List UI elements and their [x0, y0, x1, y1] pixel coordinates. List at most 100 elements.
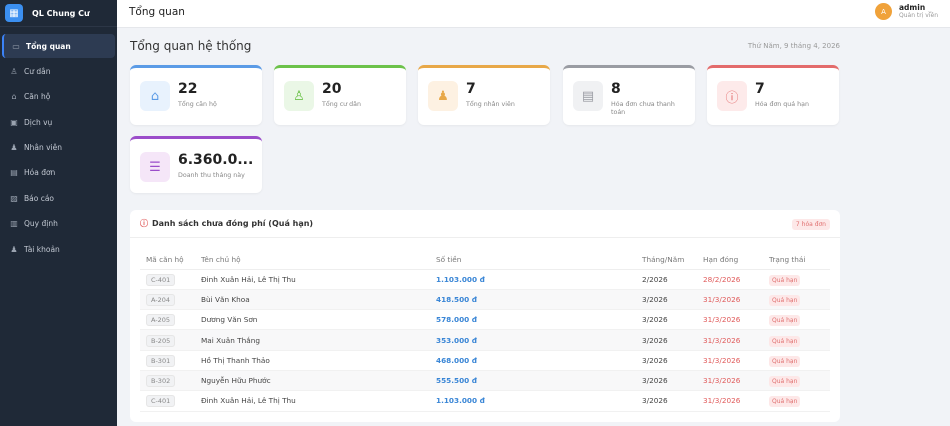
user-icon: ♙ — [10, 66, 18, 76]
stat-value: 7 — [755, 81, 765, 97]
page-title: Tổng quan hệ thống — [130, 39, 252, 53]
user-name[interactable]: admin — [899, 3, 925, 12]
stat-label: Doanh thu tháng này — [178, 172, 245, 179]
sidebar-item-label: Nhân viên — [24, 143, 62, 153]
table-cell: 2/2026 — [642, 269, 703, 290]
cell-value: 468.000 đ — [436, 355, 477, 365]
sidebar-item-label: Hóa đơn — [24, 168, 56, 178]
table-row[interactable]: A-205 Dương Văn Sơn 578.000 đ 3/2026 31/3/20… — [140, 309, 830, 331]
staff-icon: ♟ — [428, 81, 458, 111]
overdue-table: Mã căn hộ Tên chủ hộ Số tiền Tháng/Năm Hạn đ… — [140, 250, 830, 412]
sidebar-item-label: Quy định — [24, 219, 58, 229]
table-cell: 3/2026 — [642, 289, 703, 311]
cell-value: 3/2026 — [642, 355, 668, 365]
table-cell: 555.500 đ — [436, 370, 642, 392]
cell-value: 1.103.000 đ — [436, 396, 485, 406]
table-row[interactable]: A-204 Bùi Văn Khoa 418.500 đ 3/2026 31/3/202… — [140, 289, 830, 311]
table-cell: Quá hạn — [769, 269, 830, 290]
cell-value: Quá hạn — [769, 315, 801, 327]
table-row[interactable]: B-301 Hồ Thị Thanh Thảo 468.000 đ 3/2026 31/… — [140, 350, 830, 371]
column-header: Tháng/Năm — [642, 250, 703, 270]
cell-value: 418.500 đ — [436, 294, 477, 304]
sidebar-nav: ▭ Tổng quan ♙ Cư dân ⌂ Căn hộ ▣ Dịch vụ ♟ Nhân vi… — [0, 27, 117, 261]
sidebar-item-6[interactable]: ▨ Báo cáo — [2, 186, 115, 210]
table-row[interactable]: B-205 Mai Xuân Thắng 353.000 đ 3/2026 31/3/2… — [140, 329, 830, 351]
brand[interactable]: ▦ QL Chung Cư — [0, 0, 117, 27]
cell-value: B-205 — [146, 334, 176, 347]
cell-value: 31/3/2026 — [703, 355, 741, 365]
cell-value: Nguyễn Hữu Phước — [201, 376, 271, 386]
dashboard-icon: ▭ — [12, 41, 20, 51]
column-header: Số tiền — [436, 250, 642, 270]
stat-card: ♟ 7 Tổng nhân viên — [418, 65, 550, 125]
sidebar-item-1[interactable]: ♙ Cư dân — [2, 59, 115, 83]
cell-value: Quá hạn — [769, 355, 801, 367]
column-header: Hạn đóng — [703, 250, 769, 270]
sidebar-item-label: Tài khoản — [24, 244, 60, 254]
table-row[interactable]: C-401 Đinh Xuân Hải, Lê Thị Thu 1.103.000 … — [140, 390, 830, 412]
service-icon: ▣ — [10, 117, 18, 127]
sidebar-item-label: Báo cáo — [24, 193, 55, 203]
table-row[interactable]: C-401 Đinh Xuân Hải, Lê Thị Thu 1.103.000 … — [140, 269, 830, 290]
table-row[interactable]: B-302 Nguyễn Hữu Phước 555.500 đ 3/2026 31/3… — [140, 370, 830, 392]
cell-value: 3/2026 — [642, 315, 668, 325]
table-cell: Hồ Thị Thanh Thảo — [201, 350, 436, 371]
cell-value: Quá hạn — [769, 294, 801, 306]
table-cell: B-302 — [140, 370, 201, 392]
table-cell: Dương Văn Sơn — [201, 309, 436, 331]
table-cell: 468.000 đ — [436, 350, 642, 371]
table-cell: C-401 — [140, 390, 201, 412]
header-title: Tổng quan — [129, 6, 185, 18]
sidebar-item-label: Dịch vụ — [24, 117, 53, 127]
stat-label: Hóa đơn chưa thanh toán — [611, 101, 675, 116]
table-cell: 1.103.000 đ — [436, 390, 642, 412]
cell-value: 31/3/2026 — [703, 376, 741, 386]
table-cell: 418.500 đ — [436, 289, 642, 311]
cell-value: A-204 — [146, 293, 176, 306]
cell-value: A-205 — [146, 314, 176, 327]
stat-value: 7 — [466, 81, 476, 97]
home-icon: ⌂ — [11, 92, 17, 102]
avatar[interactable]: A — [875, 3, 892, 20]
chevron-down-icon[interactable]: ⌄ — [927, 7, 933, 15]
sidebar-item-label: Căn hộ — [24, 92, 51, 102]
cell-value: 31/3/2026 — [703, 335, 741, 345]
table-cell: Quá hạn — [769, 390, 830, 412]
home-icon: ⌂ — [140, 81, 170, 111]
table-cell: Bùi Văn Khoa — [201, 289, 436, 311]
table-cell: 31/3/2026 — [703, 329, 769, 351]
cell-value: B-302 — [146, 375, 176, 388]
table-cell: 31/3/2026 — [703, 289, 769, 311]
sidebar-item-8[interactable]: ♟ Tài khoản — [2, 237, 115, 261]
sidebar-item-2[interactable]: ⌂ Căn hộ — [2, 85, 115, 109]
sidebar-item-label: Tổng quan — [26, 41, 71, 51]
cell-value: Quá hạn — [769, 376, 801, 388]
sidebar-item-0[interactable]: ▭ Tổng quan — [2, 34, 115, 58]
stat-card: ♙ 20 Tổng cư dân — [274, 65, 406, 125]
cell-value: Đinh Xuân Hải, Lê Thị Thu — [201, 274, 296, 284]
staff-icon: ♟ — [10, 143, 18, 153]
panel-title: Danh sách chưa đóng phí (Quá hạn) — [152, 219, 314, 228]
stat-card: ⌂ 22 Tổng căn hộ — [130, 65, 262, 125]
stat-value: 20 — [322, 81, 342, 97]
table-cell: C-401 — [140, 269, 201, 290]
sidebar-item-3[interactable]: ▣ Dịch vụ — [2, 110, 115, 134]
alert-icon: ⓘ — [140, 219, 148, 228]
current-date: Thứ Năm, 9 tháng 4, 2026 — [747, 42, 840, 50]
cell-value: 1.103.000 đ — [436, 274, 485, 284]
table-cell: Quá hạn — [769, 370, 830, 392]
table-cell: Nguyễn Hữu Phước — [201, 370, 436, 392]
building-logo-icon: ▦ — [5, 4, 23, 22]
cell-value: C-401 — [146, 395, 176, 408]
table-cell: 28/2/2026 — [703, 269, 769, 290]
overdue-panel: ⓘ Danh sách chưa đóng phí (Quá hạn) 7 hó… — [130, 210, 840, 422]
table-cell: Quá hạn — [769, 289, 830, 311]
sidebar-item-7[interactable]: ▥ Quy định — [2, 212, 115, 236]
cell-value: Hồ Thị Thanh Thảo — [201, 355, 270, 365]
sidebar-item-4[interactable]: ♟ Nhân viên — [2, 136, 115, 160]
cell-value: 31/3/2026 — [703, 315, 741, 325]
sidebar-item-5[interactable]: ▤ Hóa đơn — [2, 161, 115, 185]
stat-value: 6.360.0... — [178, 152, 254, 168]
table-cell: 3/2026 — [642, 350, 703, 371]
cell-value: 3/2026 — [642, 396, 668, 406]
